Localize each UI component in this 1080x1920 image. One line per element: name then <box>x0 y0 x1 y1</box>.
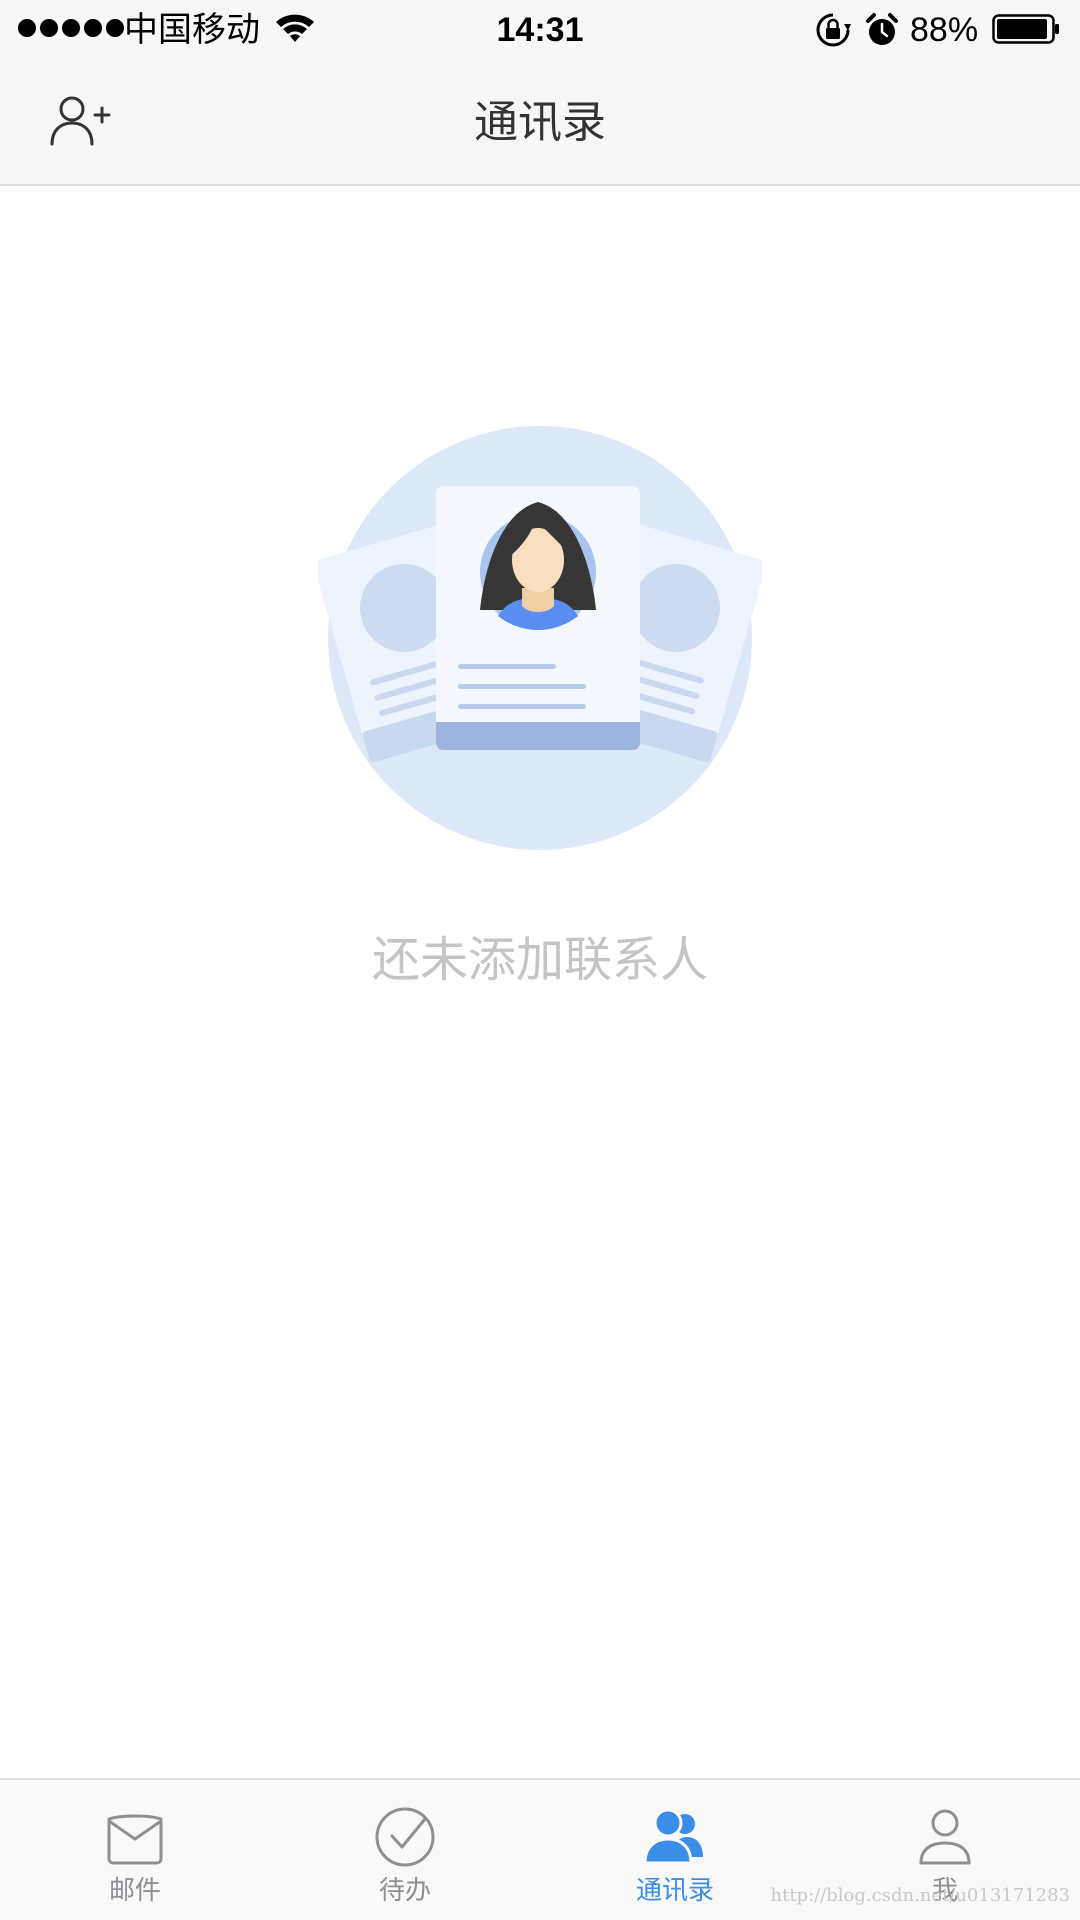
tab-mail[interactable]: 邮件 <box>0 1780 270 1920</box>
battery-icon <box>992 14 1059 44</box>
contact-cards-illustration <box>318 426 762 850</box>
battery-percent: 88% <box>910 11 979 49</box>
todo-check-icon <box>375 1807 435 1867</box>
nav-bar: 通讯录 <box>0 60 1080 186</box>
rotation-lock-icon <box>816 13 851 47</box>
tab-label: 通讯录 <box>635 1876 714 1906</box>
tab-label: 邮件 <box>108 1876 161 1906</box>
empty-state-message: 还未添加联系人 <box>371 932 708 988</box>
tab-todo[interactable]: 待办 <box>270 1780 540 1920</box>
mail-icon <box>107 1814 163 1865</box>
alarm-icon <box>866 13 898 45</box>
page-title: 通讯录 <box>474 97 606 148</box>
contacts-icon <box>643 1808 703 1865</box>
tab-label: 待办 <box>378 1876 431 1906</box>
profile-icon <box>919 1809 971 1865</box>
contacts-screen: 中国移动 14:31 88% 通讯录 还未添加联系人 邮件 待办 通讯录 我 h… <box>0 0 1080 1920</box>
watermark: http://blog.csdn.net/u013171283 <box>770 1885 1071 1906</box>
tab-contacts[interactable]: 通讯录 <box>540 1780 810 1920</box>
status-bar: 中国移动 14:31 88% <box>0 0 1080 60</box>
